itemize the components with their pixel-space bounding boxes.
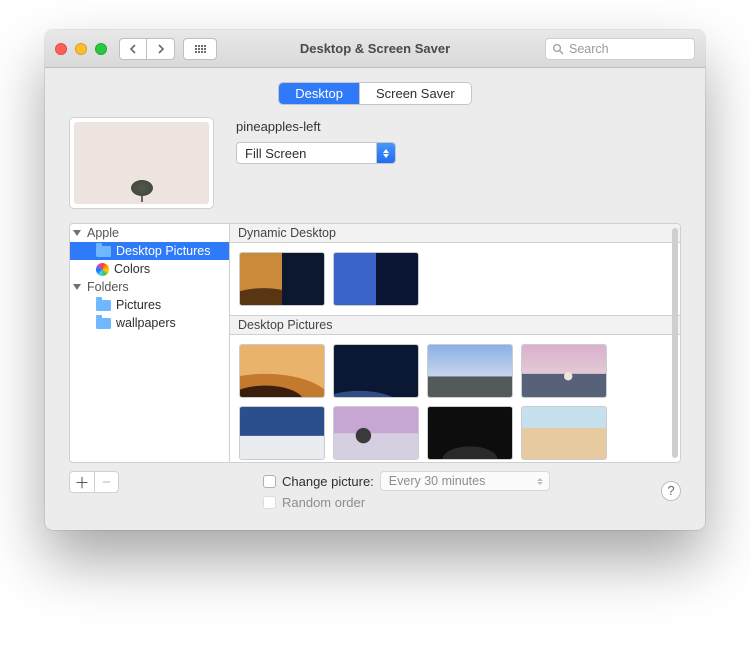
sidebar-group-folders[interactable]: Folders: [70, 278, 229, 296]
tab-segmented-control: Desktop Screen Saver: [278, 82, 471, 105]
tree-graphic: [131, 178, 153, 202]
wallpaper-thumb[interactable]: [240, 345, 324, 397]
change-interval-value: Every 30 minutes: [389, 474, 486, 488]
search-field[interactable]: Search: [545, 38, 695, 60]
sidebar-item-desktop-pictures[interactable]: Desktop Pictures: [70, 242, 229, 260]
color-wheel-icon: [96, 263, 109, 276]
current-wallpaper-preview: [69, 117, 214, 209]
source-sidebar: Apple Desktop Pictures Colors Folders Pi…: [70, 224, 230, 462]
forward-button[interactable]: [147, 38, 175, 60]
help-button[interactable]: ?: [661, 481, 681, 501]
sidebar-item-colors[interactable]: Colors: [70, 260, 229, 278]
gallery-section-header: Desktop Pictures: [230, 315, 680, 335]
sidebar-group-label: Apple: [87, 226, 119, 240]
search-placeholder: Search: [569, 42, 609, 56]
tab-desktop[interactable]: Desktop: [279, 83, 359, 104]
show-all-button[interactable]: [183, 38, 217, 60]
chevron-left-icon: [129, 44, 137, 54]
preview-area: pineapples-left Fill Screen: [45, 113, 705, 223]
wallpaper-thumb[interactable]: [334, 407, 418, 459]
search-icon: [552, 43, 564, 55]
wallpaper-gallery[interactable]: Dynamic Desktop Desktop Pictures: [230, 224, 680, 462]
folder-icon: [96, 318, 111, 329]
tab-row: Desktop Screen Saver: [45, 68, 705, 113]
disclosure-triangle-icon: [73, 230, 81, 236]
window-controls: [55, 43, 107, 55]
remove-source-button: −: [94, 472, 118, 492]
preferences-window: Desktop & Screen Saver Search Desktop Sc…: [45, 30, 705, 530]
source-split-view: Apple Desktop Pictures Colors Folders Pi…: [69, 223, 681, 463]
chevron-right-icon: [157, 44, 165, 54]
random-order-label: Random order: [282, 495, 365, 510]
fit-mode-value: Fill Screen: [245, 146, 306, 161]
sidebar-group-apple[interactable]: Apple: [70, 224, 229, 242]
scrollbar[interactable]: [672, 228, 678, 458]
change-options: Change picture: Every 30 minutes Random …: [263, 471, 550, 510]
random-order-checkbox: [263, 496, 276, 509]
tab-screen-saver[interactable]: Screen Saver: [359, 83, 471, 104]
wallpaper-thumb[interactable]: [522, 345, 606, 397]
minimize-window-button[interactable]: [75, 43, 87, 55]
preview-controls: pineapples-left Fill Screen: [236, 117, 396, 209]
wallpaper-thumb[interactable]: [522, 407, 606, 459]
sidebar-item-pictures[interactable]: Pictures: [70, 296, 229, 314]
select-stepper-icon: [531, 478, 549, 485]
gallery-section-dynamic: [230, 243, 680, 315]
nav-buttons: [119, 38, 175, 60]
add-source-button[interactable]: ＋: [70, 472, 94, 492]
source-add-remove: ＋ −: [69, 471, 119, 493]
back-button[interactable]: [119, 38, 147, 60]
grid-icon: [195, 45, 206, 53]
disclosure-triangle-icon: [73, 284, 81, 290]
random-order-row: Random order: [263, 495, 550, 510]
sidebar-item-label: wallpapers: [116, 316, 176, 330]
wallpaper-thumb[interactable]: [240, 407, 324, 459]
titlebar: Desktop & Screen Saver Search: [45, 30, 705, 68]
gallery-section-pictures: [230, 335, 680, 462]
close-window-button[interactable]: [55, 43, 67, 55]
wallpaper-thumbnail: [74, 122, 209, 204]
folder-icon: [96, 246, 111, 257]
sidebar-item-label: Desktop Pictures: [116, 244, 210, 258]
sidebar-item-wallpapers[interactable]: wallpapers: [70, 314, 229, 332]
wallpaper-thumb[interactable]: [334, 253, 418, 305]
gallery-section-header: Dynamic Desktop: [230, 224, 680, 243]
current-wallpaper-name: pineapples-left: [236, 119, 396, 134]
footer: ＋ − Change picture: Every 30 minutes Ran…: [45, 463, 705, 530]
sidebar-item-label: Pictures: [116, 298, 161, 312]
change-interval-select: Every 30 minutes: [380, 471, 550, 491]
folder-icon: [96, 300, 111, 311]
wallpaper-thumb[interactable]: [334, 345, 418, 397]
change-picture-checkbox[interactable]: [263, 475, 276, 488]
sidebar-group-label: Folders: [87, 280, 129, 294]
zoom-window-button[interactable]: [95, 43, 107, 55]
fit-mode-select[interactable]: Fill Screen: [236, 142, 396, 164]
select-stepper-icon: [376, 143, 395, 163]
wallpaper-thumb[interactable]: [428, 407, 512, 459]
wallpaper-thumb[interactable]: [240, 253, 324, 305]
change-picture-label: Change picture:: [282, 474, 374, 489]
change-picture-row: Change picture: Every 30 minutes: [263, 471, 550, 491]
sidebar-item-label: Colors: [114, 262, 150, 276]
wallpaper-thumb[interactable]: [428, 345, 512, 397]
